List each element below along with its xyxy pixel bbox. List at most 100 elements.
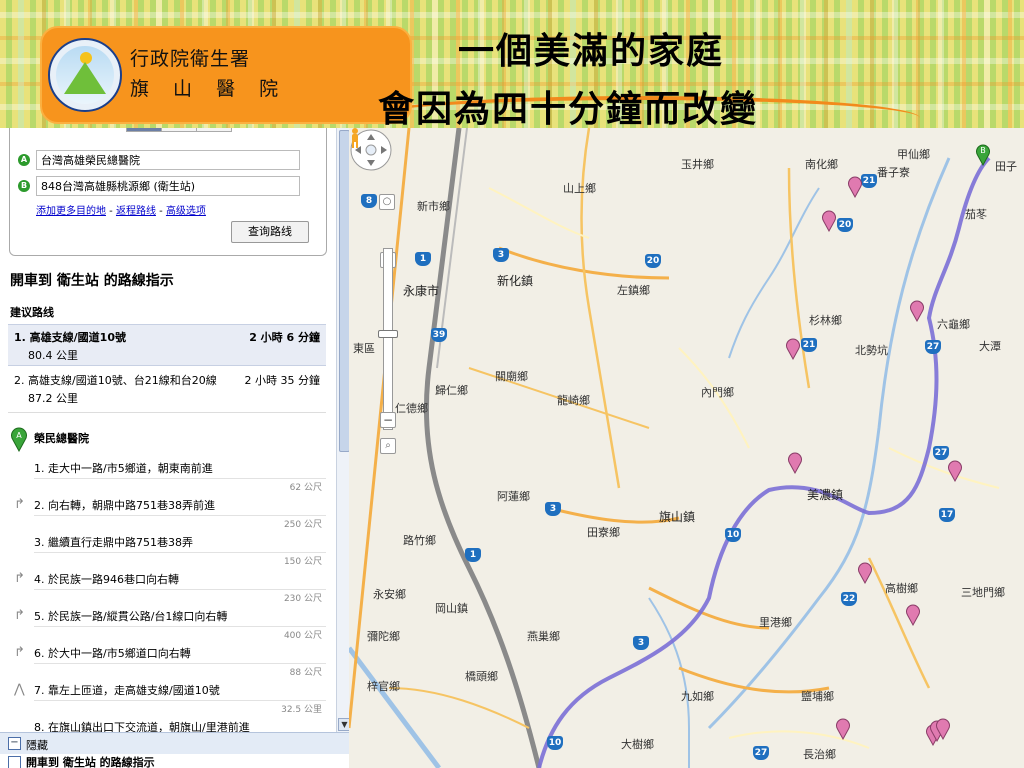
panel-scrollbar[interactable]: ▼ bbox=[336, 128, 351, 732]
route-time: 2 小時 6 分鐘 bbox=[249, 331, 320, 344]
place-label: 南化鄉 bbox=[805, 158, 838, 171]
place-label: 茄苳 bbox=[965, 208, 987, 221]
location-pin-icon[interactable] bbox=[857, 560, 873, 584]
link-separator: - bbox=[155, 206, 166, 217]
road-shield-icon: 1 bbox=[465, 548, 481, 562]
turn-right-icon: ↱ bbox=[14, 645, 25, 660]
transit-icon[interactable]: 🚍 bbox=[161, 128, 197, 132]
step-divider bbox=[34, 589, 326, 590]
road-shield-icon: 27 bbox=[753, 746, 769, 760]
step-text: 3. 繼續直行走鼎中路751巷38弄 bbox=[34, 536, 193, 549]
road-shield-icon: 20 bbox=[837, 218, 853, 232]
form-links: 添加更多目的地 - 返程路线 - 高级选项 bbox=[36, 202, 206, 217]
get-directions-button[interactable]: 查询路线 bbox=[231, 221, 309, 243]
road-shield-icon: 21 bbox=[861, 174, 877, 188]
direction-step[interactable]: 8. 在旗山鎮出口下交流道，朝旗山/里港前進 bbox=[14, 717, 326, 732]
origin-input[interactable] bbox=[36, 150, 300, 170]
step-distance: 150 公尺 bbox=[283, 557, 322, 567]
zoom-out-button[interactable]: − bbox=[380, 412, 396, 428]
step-text: 6. 於大中一路/市5鄉道口向右轉 bbox=[34, 647, 191, 660]
pegman-icon[interactable] bbox=[349, 128, 361, 148]
place-label: 路竹鄉 bbox=[403, 534, 436, 547]
step-divider bbox=[34, 552, 326, 553]
place-label: 龍崎鄉 bbox=[557, 394, 590, 407]
step-text: 4. 於民族一路946巷口向右轉 bbox=[34, 573, 179, 586]
zoom-context-icon[interactable]: ○ bbox=[379, 194, 395, 210]
advanced-options-link[interactable]: 高级选项 bbox=[166, 206, 206, 217]
walk-icon[interactable]: 🚶 bbox=[196, 128, 232, 132]
location-pin-icon[interactable] bbox=[821, 208, 837, 232]
place-label: 番子寮 bbox=[877, 166, 910, 179]
direction-step[interactable]: ↱ 4. 於民族一路946巷口向右轉 230 公尺 bbox=[14, 569, 326, 605]
step-text: 7. 靠左上匝道，走高雄支線/國道10號 bbox=[34, 684, 220, 697]
place-label: 歸仁鄉 bbox=[435, 384, 468, 397]
place-label: 東區 bbox=[353, 342, 375, 355]
add-destination-link[interactable]: 添加更多目的地 bbox=[36, 206, 106, 217]
place-label: 美濃鎮 bbox=[807, 488, 844, 502]
turn-right-icon: ↱ bbox=[14, 571, 25, 586]
return-route-link[interactable]: 返程路线 bbox=[116, 206, 156, 217]
zoom-slider-thumb[interactable] bbox=[378, 330, 398, 338]
destination-input[interactable] bbox=[36, 176, 300, 196]
step-text: 1. 走大中一路/市5鄉道，朝東南前進 bbox=[34, 462, 213, 475]
svg-text:A: A bbox=[16, 431, 22, 440]
route-map[interactable]: ○ + − ⌕ 甲仙鄉南化鄉玉井鄉山上鄉新市鄉新化鎮永康市左鎮鄉杉林鄉六龜鄉內門… bbox=[349, 128, 1024, 768]
route-distance: 80.4 公里 bbox=[28, 349, 78, 362]
road-shield-icon: 10 bbox=[547, 736, 563, 750]
step-distance: 400 公尺 bbox=[283, 631, 322, 641]
car-icon[interactable]: 🚘 bbox=[126, 128, 162, 132]
place-label: 岡山鎮 bbox=[435, 602, 468, 615]
org-name-line1: 行政院衛生署 bbox=[130, 48, 251, 70]
checkbox[interactable] bbox=[8, 756, 21, 768]
route-option-1[interactable]: 1. 高雄支線/國道10號 2 小時 6 分鐘 80.4 公里 bbox=[8, 324, 326, 366]
location-pin-icon[interactable] bbox=[947, 458, 963, 482]
location-pin-icon[interactable] bbox=[909, 298, 925, 322]
collapse-icon[interactable]: − bbox=[8, 737, 21, 750]
direction-step[interactable]: ↱ 5. 於民族一路/縱貫公路/台1線口向右轉 400 公尺 bbox=[14, 606, 326, 642]
hide-label: 隱藏 bbox=[26, 739, 48, 752]
zoom-slider-track[interactable] bbox=[383, 248, 393, 430]
location-pin-icon[interactable] bbox=[785, 336, 801, 360]
place-label: 仁德鄉 bbox=[395, 402, 428, 415]
place-label: 永康市 bbox=[403, 284, 440, 298]
place-label: 燕巢鄉 bbox=[527, 630, 560, 643]
travel-mode-group: 🚘 🚍 🚶 bbox=[126, 128, 232, 132]
location-pin-icon[interactable] bbox=[847, 174, 863, 198]
direction-step[interactable]: ↱ 6. 於大中一路/市5鄉道口向右轉 88 公尺 bbox=[14, 643, 326, 679]
route-distance: 87.2 公里 bbox=[28, 392, 78, 405]
place-label: 大潭 bbox=[979, 340, 1001, 353]
place-label: 甲仙鄉 bbox=[897, 148, 930, 161]
place-label: 田子 bbox=[995, 160, 1017, 173]
org-name-line2: 旗 山 醫 院 bbox=[130, 78, 288, 100]
road-shield-icon: 21 bbox=[801, 338, 817, 352]
directions-panel: 🚘 🚍 🚶 A B 添加更多目的地 - 返程路线 - 高级选项 查询路线 開車到… bbox=[0, 128, 337, 732]
magnify-icon[interactable]: ⌕ bbox=[380, 438, 396, 454]
place-label: 高樹鄉 bbox=[885, 582, 918, 595]
turn-right-icon: ↱ bbox=[14, 497, 25, 512]
divider bbox=[8, 412, 326, 413]
place-label: 阿蓮鄉 bbox=[497, 490, 530, 503]
location-pin-icon[interactable] bbox=[835, 716, 851, 740]
location-pin-icon[interactable] bbox=[935, 716, 951, 740]
step-text: 5. 於民族一路/縱貫公路/台1線口向右轉 bbox=[34, 610, 228, 623]
route-option-2[interactable]: 2. 高雄支線/國道10號、台21線和台20線 2 小時 35 分鐘 87.2 … bbox=[8, 368, 326, 410]
direction-step[interactable]: ↱ 2. 向右轉，朝鼎中路751巷38弄前進 250 公尺 bbox=[14, 495, 326, 531]
location-pin-icon[interactable] bbox=[787, 450, 803, 474]
hospital-seal-logo bbox=[48, 38, 122, 112]
hide-panel-bar[interactable]: − 隱藏 bbox=[0, 732, 349, 755]
place-label: 關廟鄉 bbox=[495, 370, 528, 383]
direction-step[interactable]: ⋀ 7. 靠左上匝道，走高雄支線/國道10號 32.5 公里 bbox=[14, 680, 326, 716]
direction-step[interactable]: 1. 走大中一路/市5鄉道，朝東南前進 62 公尺 bbox=[14, 458, 326, 494]
step-distance: 250 公尺 bbox=[283, 520, 322, 530]
start-location-label: 榮民總醫院 bbox=[34, 432, 89, 445]
place-label: 新化鎮 bbox=[497, 274, 534, 288]
location-pin-icon[interactable] bbox=[905, 602, 921, 626]
place-label: 橋頭鄉 bbox=[465, 670, 498, 683]
origin-marker: A bbox=[18, 154, 30, 166]
direction-step[interactable]: 3. 繼續直行走鼎中路751巷38弄 150 公尺 bbox=[14, 532, 326, 568]
road-shield-icon: 20 bbox=[645, 254, 661, 268]
footer-label: 開車到 衛生站 的路線指示 bbox=[26, 756, 155, 768]
step-divider bbox=[34, 663, 326, 664]
end-marker-icon[interactable]: B bbox=[975, 142, 991, 166]
place-label: 左鎮鄉 bbox=[617, 284, 650, 297]
